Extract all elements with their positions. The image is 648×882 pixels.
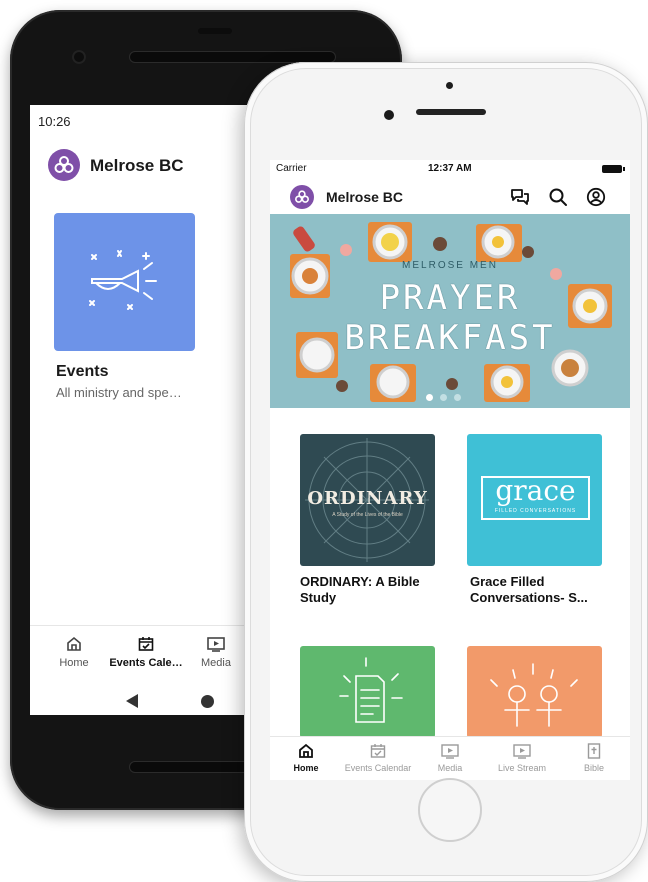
grace-image-caption: FILLED CONVERSATIONS <box>494 508 577 514</box>
carousel-dot-3[interactable] <box>454 394 461 401</box>
people-sketch-icon <box>490 663 578 727</box>
document-icon <box>339 657 403 723</box>
android-front-camera <box>72 50 86 64</box>
calendar-icon <box>138 637 154 651</box>
grace-image-text: grace <box>495 474 576 507</box>
home-icon <box>67 636 81 651</box>
iphone-earpiece <box>416 109 486 115</box>
ordinary-study-title[interactable]: ORDINARY: A Bible Study <box>300 574 450 606</box>
iphone-tab-media-label: Media <box>437 763 463 773</box>
iphone-tab-events-calendar[interactable]: Events Calendar <box>342 742 414 773</box>
android-tab-media[interactable]: Media <box>180 635 252 675</box>
document-tile-image[interactable] <box>300 646 435 738</box>
android-top-speaker <box>130 52 335 62</box>
live-stream-icon <box>513 744 531 759</box>
calendar-icon <box>370 744 386 758</box>
iphone: Carrier 12:37 AM Melrose BC MELROSE MEN … <box>244 62 648 882</box>
iphone-tab-live-stream[interactable]: Live Stream <box>486 742 558 773</box>
carousel-dot-2[interactable] <box>440 394 447 401</box>
battery-icon <box>602 165 625 173</box>
android-home-button[interactable] <box>201 695 214 708</box>
trumpet-icon <box>89 250 157 310</box>
grace-conversations-image[interactable]: grace FILLED CONVERSATIONS <box>467 434 602 566</box>
android-tab-events-calendar-label: Events Cale… <box>109 657 183 669</box>
people-tile-image[interactable] <box>467 646 602 738</box>
home-icon <box>299 743 313 758</box>
media-icon <box>207 637 225 652</box>
grace-conversations-title[interactable]: Grace Filled Conversations- S... <box>470 574 620 606</box>
bible-icon <box>587 743 601 759</box>
iphone-tab-home[interactable]: Home <box>270 742 342 773</box>
ordinary-image-caption: A Study of the Lives of the Bible <box>332 512 403 518</box>
search-icon[interactable] <box>548 187 568 207</box>
hero-title-line2: BREAKFAST <box>344 318 556 358</box>
carrier-label: Carrier <box>276 163 307 174</box>
ordinary-image-text: ORDINARY <box>307 488 428 509</box>
iphone-tab-home-label: Home <box>293 763 319 773</box>
iphone-front-camera <box>384 110 394 120</box>
iphone-tab-bible-label: Bible <box>583 763 604 773</box>
android-back-button[interactable] <box>126 694 138 708</box>
iphone-tab-live-stream-label: Live Stream <box>497 763 547 773</box>
iphone-status-bar: Carrier 12:37 AM <box>270 160 630 178</box>
iphone-tab-bible[interactable]: Bible <box>558 742 630 773</box>
church-logo-icon <box>48 149 80 181</box>
events-card-title[interactable]: Events <box>56 363 108 381</box>
hero-banner[interactable]: MELROSE MEN PRAYER BREAKFAST <box>270 214 630 408</box>
iphone-home-button[interactable] <box>418 778 482 842</box>
iphone-brand-name: Melrose BC <box>326 189 404 205</box>
ordinary-study-image[interactable]: ORDINARY A Study of the Lives of the Bib… <box>300 434 435 566</box>
iphone-tab-media[interactable]: Media <box>414 742 486 773</box>
events-card-subtitle: All ministry and spe… <box>56 385 182 400</box>
status-time: 12:37 AM <box>428 163 472 174</box>
android-status-time: 10:26 <box>38 114 71 129</box>
carousel-dot-1[interactable] <box>426 394 433 401</box>
android-tab-home-label: Home <box>59 657 89 669</box>
chat-icon[interactable] <box>510 187 530 207</box>
hero-kicker: MELROSE MEN <box>402 260 498 271</box>
media-icon <box>441 744 459 759</box>
iphone-screen: Carrier 12:37 AM Melrose BC MELROSE MEN … <box>270 160 630 780</box>
android-tab-events-calendar[interactable]: Events Cale… <box>100 635 192 675</box>
hero-title-line1: PRAYER <box>379 278 521 318</box>
android-tab-media-label: Media <box>201 657 231 669</box>
android-earpiece <box>198 28 232 34</box>
church-logo-icon <box>290 185 314 209</box>
events-card-image[interactable] <box>54 213 195 351</box>
iphone-sensor <box>446 82 453 89</box>
iphone-tab-events-calendar-label: Events Calendar <box>344 763 412 773</box>
profile-icon[interactable] <box>586 187 606 207</box>
android-brand-name: Melrose BC <box>90 156 184 175</box>
